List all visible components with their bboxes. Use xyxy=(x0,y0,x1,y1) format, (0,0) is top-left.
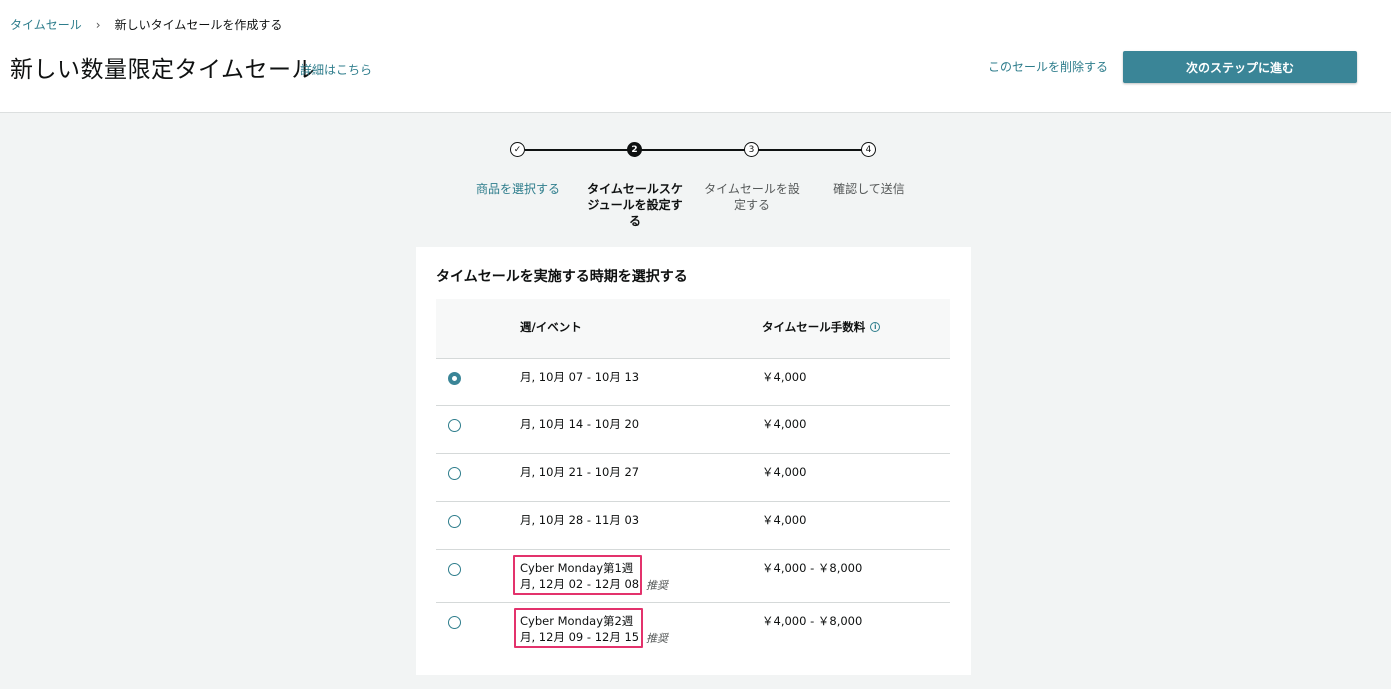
week-radio[interactable] xyxy=(448,515,461,528)
week-dates: 月, 10月 28 - 11月 03 xyxy=(520,513,640,527)
event-week: Cyber Monday第2週 月, 12月 09 - 12月 15 xyxy=(520,613,639,645)
table-header: 週/イベント タイムセール手数料 i xyxy=(436,299,950,359)
week-fee: ￥4,000 xyxy=(762,417,807,431)
breadcrumb: タイムセール › 新しいタイムセールを作成する xyxy=(10,16,282,33)
next-step-button[interactable]: 次のステップに進む xyxy=(1123,51,1357,83)
recommended-label: 推奨 xyxy=(646,632,668,645)
week-radio[interactable] xyxy=(448,563,461,576)
step-marker-4: 4 xyxy=(861,142,876,157)
table-row[interactable]: Cyber Monday第2週 月, 12月 09 - 12月 15 推奨 ￥4… xyxy=(436,603,950,659)
week-dates: 月, 12月 09 - 12月 15 xyxy=(520,630,640,644)
schedule-card: タイムセールを実施する時期を選択する 週/イベント タイムセール手数料 i 月,… xyxy=(416,247,971,675)
table-row[interactable]: 月, 10月 21 - 10月 27 ￥4,000 xyxy=(436,454,950,502)
week-radio[interactable] xyxy=(448,419,461,432)
check-icon: ✓ xyxy=(510,142,525,157)
step-connector xyxy=(758,149,862,151)
column-header-fee-label: タイムセール手数料 xyxy=(762,320,866,334)
info-icon[interactable]: i xyxy=(870,322,881,332)
week-radio[interactable] xyxy=(448,616,461,629)
table-row[interactable]: 月, 10月 14 - 10月 20 ￥4,000 xyxy=(436,406,950,454)
schedule-title: タイムセールを実施する時期を選択する xyxy=(436,269,688,285)
week-dates: 月, 10月 21 - 10月 27 xyxy=(520,465,640,479)
step-label-review-submit: 確認して送信 xyxy=(833,182,905,196)
week-fee: ￥4,000 xyxy=(762,465,807,479)
breadcrumb-link-time-sale[interactable]: タイムセール xyxy=(10,16,82,33)
column-header-fee: タイムセール手数料 i xyxy=(762,319,881,335)
step-label-select-product[interactable]: 商品を選択する xyxy=(468,181,568,197)
table-row[interactable]: 月, 10月 28 - 11月 03 ￥4,000 xyxy=(436,502,950,550)
step-marker-2: 2 xyxy=(627,142,642,157)
step-connector xyxy=(525,149,629,151)
step-marker-3: 3 xyxy=(744,142,759,157)
progress-stepper: ✓ 2 3 4 商品を選択する タイムセールスケジュールを設定する タイムセール… xyxy=(0,140,1391,240)
table-row[interactable]: Cyber Monday第1週 月, 12月 02 - 12月 08 推奨 ￥4… xyxy=(436,550,950,603)
step-connector xyxy=(641,149,746,151)
step-label-configure: タイムセールを設定する xyxy=(704,182,800,212)
table-row[interactable]: 月, 10月 07 - 10月 13 ￥4,000 xyxy=(436,359,950,406)
week-dates: 月, 10月 07 - 10月 13 xyxy=(520,370,640,384)
week-fee: ￥4,000 - ￥8,000 xyxy=(762,561,863,575)
event-name: Cyber Monday第1週 xyxy=(520,561,634,575)
week-fee: ￥4,000 - ￥8,000 xyxy=(762,614,863,628)
week-radio[interactable] xyxy=(448,372,461,385)
step-label-schedule: タイムセールスケジュールを設定する xyxy=(587,182,683,228)
page-title: 新しい数量限定タイムセール xyxy=(10,57,316,83)
column-header-week: 週/イベント xyxy=(520,320,582,334)
delete-sale-link[interactable]: このセールを削除する xyxy=(988,58,1108,75)
breadcrumb-current: 新しいタイムセールを作成する xyxy=(114,18,283,32)
event-name: Cyber Monday第2週 xyxy=(520,614,634,628)
week-dates: 月, 12月 02 - 12月 08 xyxy=(520,577,640,591)
details-link[interactable]: 詳細はこちら xyxy=(300,61,372,78)
week-radio[interactable] xyxy=(448,467,461,480)
chevron-right-icon: › xyxy=(95,17,101,32)
page-header: タイムセール › 新しいタイムセールを作成する 新しい数量限定タイムセール 詳細… xyxy=(0,0,1391,113)
event-week: Cyber Monday第1週 月, 12月 02 - 12月 08 xyxy=(520,560,639,592)
recommended-label: 推奨 xyxy=(646,579,668,592)
week-fee: ￥4,000 xyxy=(762,513,807,527)
week-fee: ￥4,000 xyxy=(762,370,807,384)
week-dates: 月, 10月 14 - 10月 20 xyxy=(520,417,640,431)
